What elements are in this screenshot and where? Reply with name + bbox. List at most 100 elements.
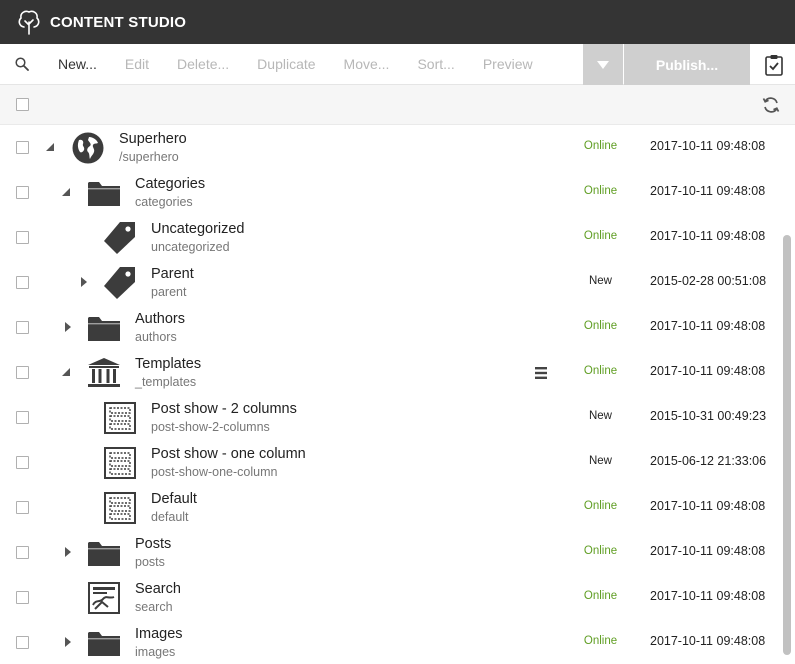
status-badge: New	[588, 275, 612, 287]
row-modified-time: 2017-10-11 09:48:08	[650, 589, 766, 603]
table-row[interactable]: Search search Online 2017-10-11 09:48:08	[0, 575, 779, 620]
row-display-name: Templates	[135, 356, 202, 372]
row-checkbox[interactable]	[16, 501, 29, 514]
select-all-checkbox[interactable]	[16, 98, 29, 111]
row-modified-time: 2017-10-11 09:48:08	[650, 184, 766, 198]
search-icon[interactable]	[0, 44, 44, 85]
app-title: CONTENT STUDIO	[50, 13, 187, 31]
row-checkbox[interactable]	[16, 591, 29, 604]
row-path-name: post-show-2-columns	[151, 420, 270, 434]
folder-icon	[87, 311, 121, 345]
row-display-name: Uncategorized	[151, 221, 245, 237]
row-checkbox[interactable]	[16, 366, 29, 379]
row-path-name: search	[135, 600, 173, 614]
table-row[interactable]: Authors authors Online 2017-10-11 09:48:…	[0, 305, 779, 350]
row-path-name: /superhero	[119, 150, 179, 164]
status-badge: Online	[583, 320, 618, 332]
row-checkbox[interactable]	[16, 546, 29, 559]
toolbar: New... Edit Delete... Duplicate Move... …	[0, 44, 795, 85]
page-template-icon	[103, 401, 137, 435]
publish-menu-dropdown-button[interactable]	[583, 44, 623, 85]
expanded-toggle-icon[interactable]	[45, 141, 55, 153]
row-path-name: _templates	[135, 375, 197, 389]
expanded-toggle-icon[interactable]	[61, 366, 71, 378]
folder-icon	[87, 626, 121, 660]
row-checkbox[interactable]	[16, 186, 29, 199]
row-checkbox[interactable]	[16, 276, 29, 289]
row-path-name: uncategorized	[151, 240, 230, 254]
row-path-name: authors	[135, 330, 177, 344]
status-badge: Online	[583, 590, 618, 602]
row-path-name: parent	[151, 285, 187, 299]
issues-clipboard-icon[interactable]	[756, 44, 792, 85]
table-row[interactable]: Templates _templates Online 2017-10-11 0…	[0, 350, 779, 395]
preview-button[interactable]: Preview	[469, 44, 547, 85]
table-row[interactable]: Images images Online 2017-10-11 09:48:08	[0, 620, 779, 664]
row-display-name: Posts	[135, 536, 172, 552]
row-modified-time: 2017-10-11 09:48:08	[650, 139, 766, 153]
row-modified-time: 2017-10-11 09:48:08	[650, 229, 766, 243]
table-row[interactable]: Categories categories Online 2017-10-11 …	[0, 170, 779, 215]
row-display-name: Categories	[135, 176, 206, 192]
row-display-name: Post show - one column	[151, 446, 306, 462]
row-menu-icon[interactable]	[534, 366, 548, 379]
collapsed-toggle-icon[interactable]	[63, 321, 73, 333]
status-badge: New	[588, 410, 612, 422]
table-row[interactable]: Post show - 2 columns post-show-2-column…	[0, 395, 779, 440]
row-checkbox[interactable]	[16, 231, 29, 244]
row-display-name: Search	[135, 581, 181, 597]
status-badge: Online	[583, 635, 618, 647]
status-badge: Online	[583, 185, 618, 197]
status-badge: Online	[583, 140, 618, 152]
row-display-name: Parent	[151, 266, 194, 282]
row-checkbox[interactable]	[16, 411, 29, 424]
row-path-name: posts	[135, 555, 165, 569]
collapsed-toggle-icon[interactable]	[79, 276, 89, 288]
folder-icon	[87, 536, 121, 570]
content-grid: Superhero /superhero Online 2017-10-11 0…	[0, 125, 795, 664]
row-modified-time: 2015-06-12 21:33:06	[650, 454, 767, 468]
page-template-icon	[103, 491, 137, 525]
row-display-name: Superhero	[119, 131, 187, 147]
row-path-name: categories	[135, 195, 193, 209]
edit-button[interactable]: Edit	[111, 44, 163, 85]
table-row[interactable]: Uncategorized uncategorized Online 2017-…	[0, 215, 779, 260]
row-display-name: Post show - 2 columns	[151, 401, 297, 417]
table-row[interactable]: Parent parent New 2015-02-28 00:51:08	[0, 260, 779, 305]
row-modified-time: 2017-10-11 09:48:08	[650, 544, 766, 558]
row-checkbox[interactable]	[16, 456, 29, 469]
publish-button[interactable]: Publish...	[624, 44, 750, 85]
status-badge: Online	[583, 230, 618, 242]
move-button[interactable]: Move...	[330, 44, 404, 85]
grid-scrollbar[interactable]	[783, 235, 791, 655]
sort-button[interactable]: Sort...	[403, 44, 468, 85]
globe-icon	[71, 131, 105, 165]
row-modified-time: 2017-10-11 09:48:08	[650, 634, 766, 648]
row-display-name: Images	[135, 626, 183, 642]
new-button[interactable]: New...	[44, 44, 111, 85]
collapsed-toggle-icon[interactable]	[63, 636, 73, 648]
row-modified-time: 2017-10-11 09:48:08	[650, 499, 766, 513]
row-display-name: Authors	[135, 311, 185, 327]
row-display-name: Default	[151, 491, 197, 507]
row-modified-time: 2017-10-11 09:48:08	[650, 364, 766, 378]
row-checkbox[interactable]	[16, 141, 29, 154]
row-checkbox[interactable]	[16, 321, 29, 334]
delete-button[interactable]: Delete...	[163, 44, 243, 85]
status-badge: Online	[583, 365, 618, 377]
status-badge: Online	[583, 500, 618, 512]
search-page-icon	[87, 581, 121, 615]
expanded-toggle-icon[interactable]	[61, 186, 71, 198]
table-row[interactable]: Superhero /superhero Online 2017-10-11 0…	[0, 125, 779, 170]
table-row[interactable]: Default default Online 2017-10-11 09:48:…	[0, 485, 779, 530]
app-logo-icon[interactable]	[16, 9, 42, 35]
table-row[interactable]: Post show - one column post-show-one-col…	[0, 440, 779, 485]
row-path-name: images	[135, 645, 176, 659]
duplicate-button[interactable]: Duplicate	[243, 44, 329, 85]
refresh-icon[interactable]	[761, 95, 781, 115]
app-header: CONTENT STUDIO	[0, 0, 795, 44]
selection-bar	[0, 85, 795, 125]
row-checkbox[interactable]	[16, 636, 29, 649]
collapsed-toggle-icon[interactable]	[63, 546, 73, 558]
table-row[interactable]: Posts posts Online 2017-10-11 09:48:08	[0, 530, 779, 575]
